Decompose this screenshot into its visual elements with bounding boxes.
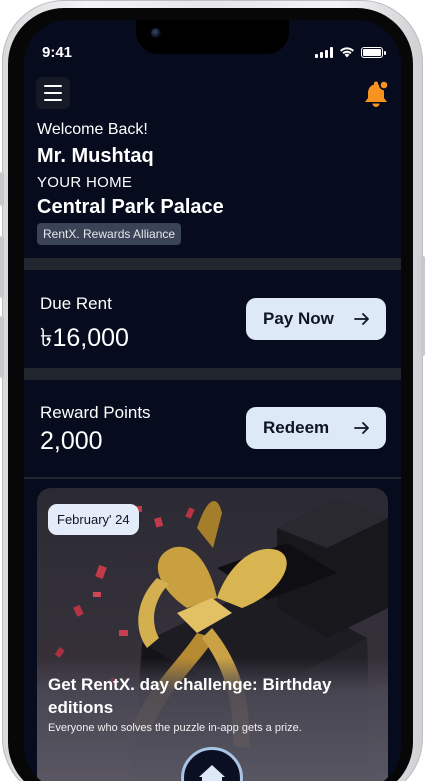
battery-icon — [361, 46, 386, 58]
app-screen: 9:41 Welcome Back! Mr. Mushtaq YOUR HOME… — [24, 20, 401, 781]
status-icons — [315, 46, 386, 58]
front-camera — [151, 28, 161, 38]
phone-side-button — [0, 236, 4, 298]
status-time: 9:41 — [42, 44, 73, 61]
rewards-alliance-badge: RentX. Rewards Alliance — [37, 223, 182, 245]
reward-points-value: 2,000 — [40, 427, 103, 455]
hamburger-menu-icon[interactable] — [36, 77, 70, 109]
home-icon — [199, 765, 225, 781]
phone-side-button — [421, 256, 425, 356]
home-nav-button[interactable] — [181, 747, 243, 781]
due-rent-label: Due Rent — [40, 294, 112, 313]
home-name: Central Park Palace — [37, 196, 224, 218]
user-name: Mr. Mushtaq — [37, 145, 154, 167]
promo-subtitle: Everyone who solves the puzzle in-app ge… — [48, 722, 302, 734]
wifi-icon — [340, 47, 354, 58]
arrow-right-icon — [354, 313, 369, 325]
pay-now-label: Pay Now — [263, 309, 334, 328]
section-divider — [24, 258, 401, 270]
phone-side-button — [0, 172, 4, 206]
section-divider — [24, 368, 401, 380]
promo-card[interactable]: February' 24 Get RentX. day challenge: B… — [37, 488, 388, 781]
phone-side-button — [0, 316, 4, 378]
pay-now-button[interactable]: Pay Now — [246, 298, 386, 340]
cellular-signal-icon — [315, 46, 333, 58]
promo-date-badge: February' 24 — [48, 504, 139, 535]
reward-points-label: Reward Points — [40, 403, 151, 422]
redeem-label: Redeem — [263, 418, 330, 437]
promo-title: Get RentX. day challenge: Birthday editi… — [48, 675, 332, 717]
section-divider — [24, 477, 401, 479]
welcome-greeting: Welcome Back! — [37, 121, 148, 138]
arrow-right-icon — [354, 422, 369, 434]
due-rent-value: ৳16,000 — [40, 324, 129, 352]
bell-notification-icon[interactable] — [360, 78, 392, 110]
home-label: YOUR HOME — [37, 174, 133, 191]
redeem-button[interactable]: Redeem — [246, 407, 386, 449]
